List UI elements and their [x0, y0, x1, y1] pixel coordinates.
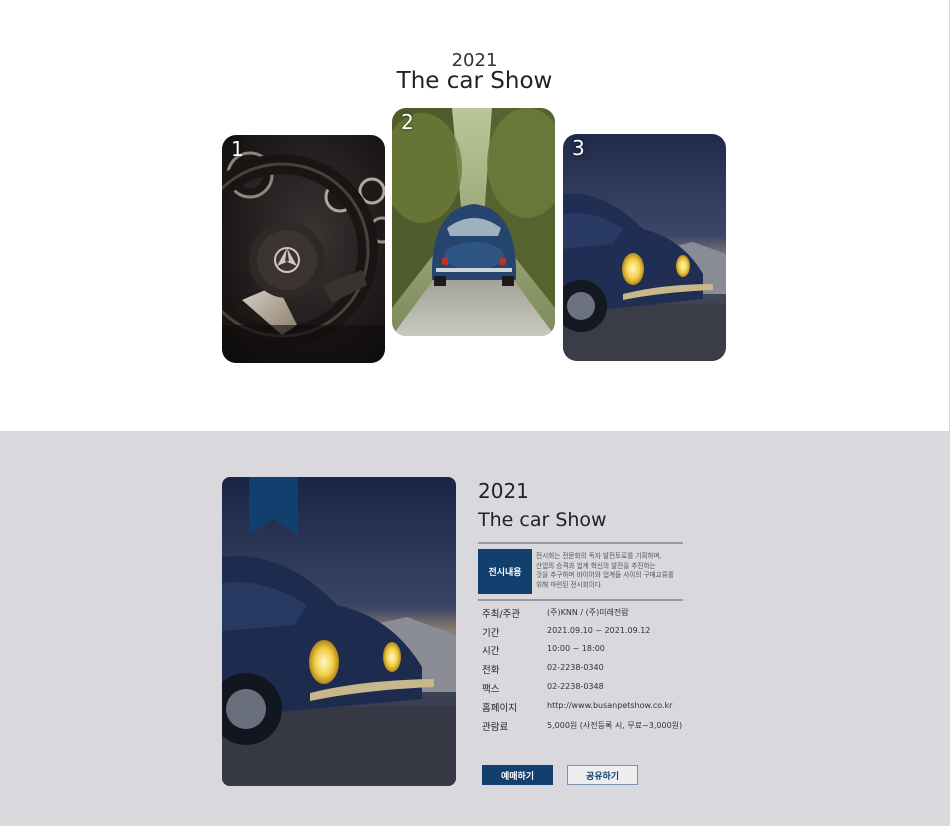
info-row-time: 시간 10:00 ~ 18:00 — [482, 643, 692, 659]
poster-image — [222, 477, 456, 786]
info-label: 시간 — [482, 646, 500, 657]
gallery-card-2[interactable]: 2 — [392, 108, 555, 336]
description-line: 산업의 승격과 업계 혁신의 발전을 추진하는 — [536, 561, 656, 570]
info-label: 관람료 — [482, 722, 509, 733]
homepage-link[interactable]: http://www.busanpetshow.co.kr — [547, 701, 672, 710]
detail-year: 2021 — [478, 479, 529, 503]
info-label: 기간 — [482, 628, 500, 639]
blue-beetle-forest-road-photo — [392, 108, 555, 336]
info-label: 홈페이지 — [482, 703, 517, 714]
card-number: 1 — [231, 137, 244, 161]
info-value: (주)KNN / (주)미래전람 — [547, 608, 629, 617]
info-value: 02-2238-0340 — [547, 663, 604, 672]
info-label: 전화 — [482, 665, 500, 676]
gallery-card-1[interactable]: 1 — [222, 135, 385, 363]
book-button[interactable]: 예매하기 — [482, 765, 553, 785]
divider — [478, 599, 683, 601]
info-row-fax: 팩스 02-2238-0348 — [482, 681, 692, 697]
info-row-homepage: 홈페이지 http://www.busanpetshow.co.kr — [482, 700, 692, 716]
info-row-fee: 관람료 5,000원 (사전등록 시, 무료~3,000원) — [482, 719, 692, 735]
exhibition-description: 전시회는 전문화의 독자 발전토로를 기획하며, 산업의 승격과 업계 혁신의 … — [536, 552, 686, 591]
info-value: 2021.09.10 ~ 2021.09.12 — [547, 626, 651, 635]
info-row-host: 주최/주관 (주)KNN / (주)미래전람 — [482, 606, 692, 622]
gallery-card-3[interactable]: 3 — [563, 134, 726, 361]
divider — [478, 542, 683, 544]
blue-beetle-headlights-photo — [563, 134, 726, 361]
info-value: 5,000원 (사전등록 시, 무료~3,000원) — [547, 721, 683, 730]
info-value: 02-2238-0348 — [547, 682, 604, 691]
description-line: 것을 추구하며 바이어와 업계들 사이의 구매교류를 — [536, 571, 674, 580]
card-number: 3 — [572, 136, 585, 160]
info-value: 10:00 ~ 18:00 — [547, 644, 605, 653]
info-row-phone: 전화 02-2238-0340 — [482, 662, 692, 678]
info-label: 주최/주관 — [482, 609, 521, 620]
info-row-period: 기간 2021.09.10 ~ 2021.09.12 — [482, 625, 692, 641]
description-line: 전시회는 전문화의 독자 발전토로를 기획하며, — [536, 552, 662, 560]
description-line: 위해 마련된 전시회이다. — [536, 581, 603, 590]
card-number: 2 — [401, 110, 414, 134]
page-right-border — [949, 0, 950, 826]
exhibition-content-badge: 전시내용 — [478, 549, 532, 594]
bookmark-icon — [249, 477, 298, 535]
steering-wheel-photo — [222, 135, 385, 363]
detail-section — [0, 431, 949, 826]
share-button[interactable]: 공유하기 — [567, 765, 638, 785]
hero-title: The car Show — [396, 68, 553, 94]
info-label: 팩스 — [482, 684, 500, 695]
detail-title: The car Show — [478, 509, 607, 531]
